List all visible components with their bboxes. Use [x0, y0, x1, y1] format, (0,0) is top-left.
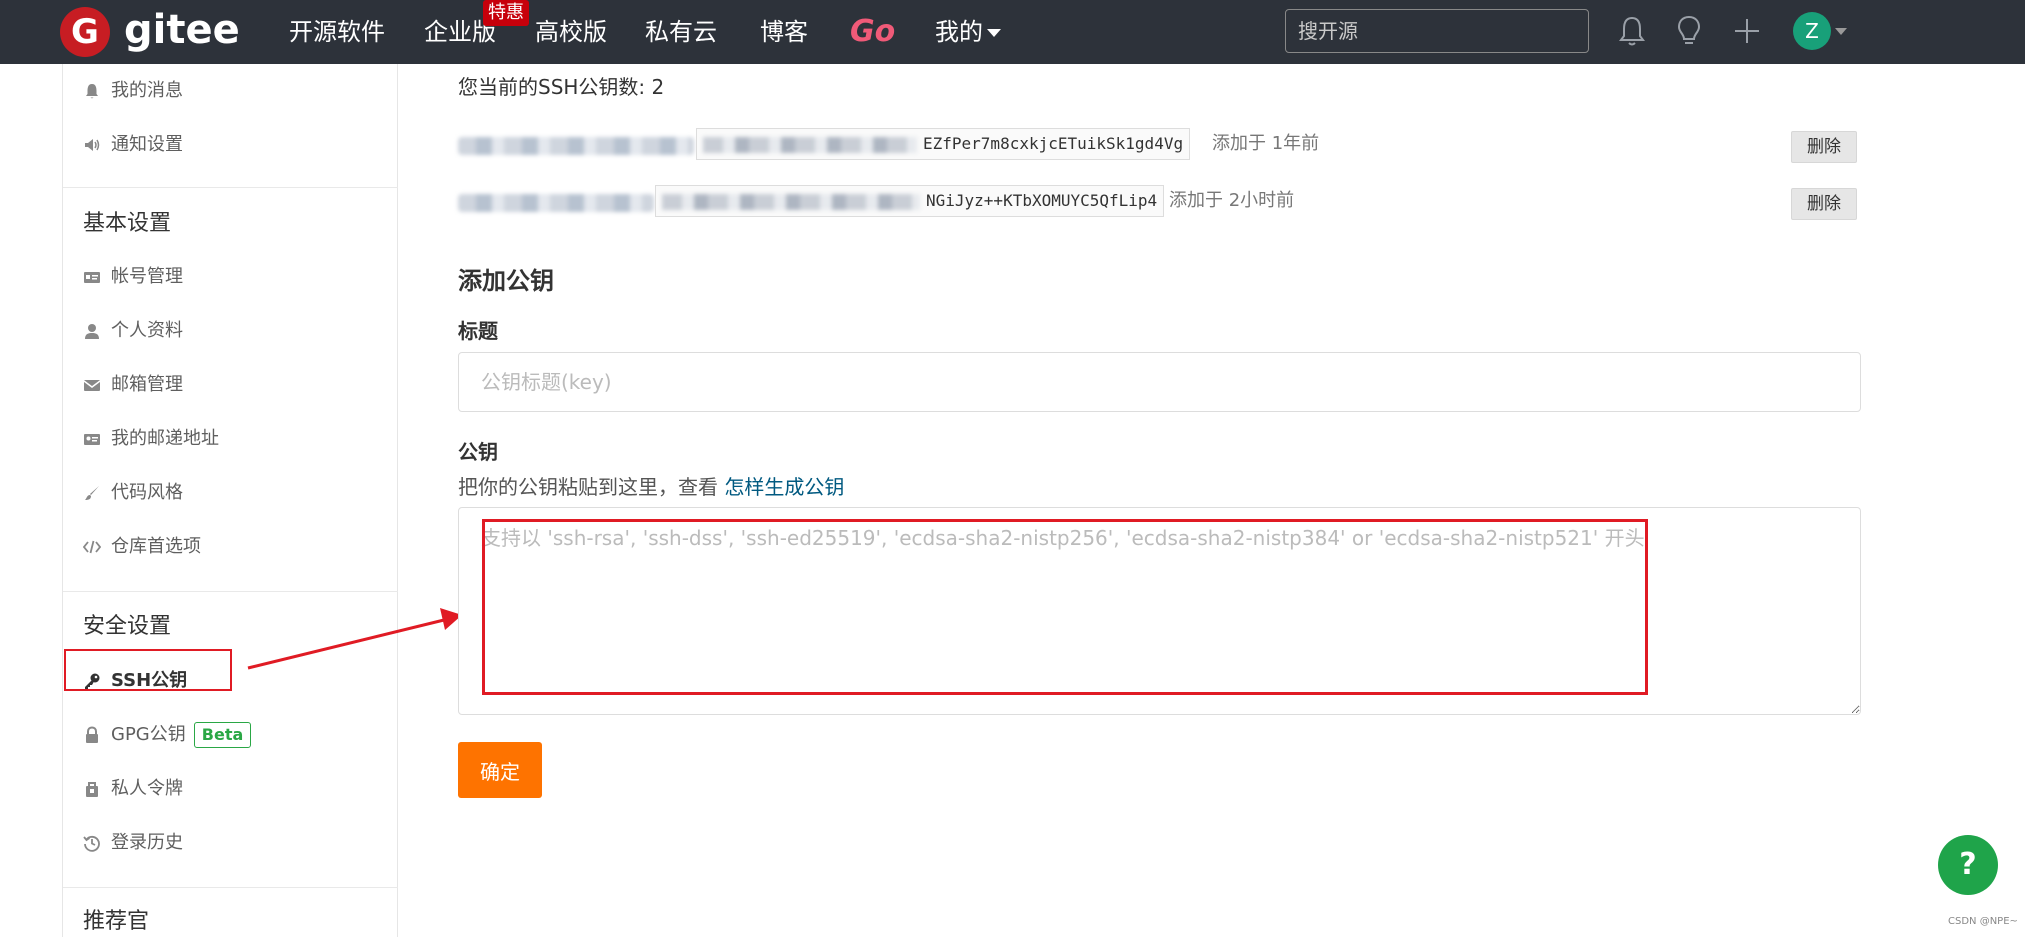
nav-go[interactable]: Go [850, 14, 895, 50]
sidebar-item-label: 我的消息 [111, 80, 183, 101]
key-title-redacted [458, 194, 654, 212]
user-icon [85, 324, 99, 339]
top-navbar: G gitee 开源软件 企业版 特惠 高校版 私有云 博客 Go 我的 Z [0, 0, 2025, 64]
key-added-time: 添加于 2小时前 [1169, 190, 1295, 211]
fingerprint-tail: EZfPer7m8cxkjcETuikSk1gd4Vg [923, 134, 1184, 153]
key-added-time: 添加于 1年前 [1212, 133, 1320, 154]
key-fingerprint: NGiJyz++KTbXOMUYC5QfLip4 [655, 185, 1165, 217]
sidebar-item-account[interactable]: 帐号管理 [83, 262, 183, 292]
brush-icon [85, 486, 99, 500]
sidebar-item-address[interactable]: 我的邮递地址 [83, 424, 219, 454]
token-icon [86, 782, 98, 797]
sidebar-item-label: 个人资料 [111, 320, 183, 341]
key-title-input[interactable] [458, 352, 1861, 412]
speaker-icon [85, 139, 100, 151]
sidebar-item-label: 登录历史 [111, 832, 183, 853]
nav-blog[interactable]: 博客 [760, 14, 808, 50]
sidebar-item-code-style[interactable]: 代码风格 [83, 478, 183, 508]
key-help-prefix: 把你的公钥粘贴到这里，查看 [458, 475, 725, 499]
key-label: 公钥 [458, 440, 498, 464]
nav-open-source[interactable]: 开源软件 [289, 14, 385, 50]
sidebar-item-label: GPG公钥 [111, 724, 186, 745]
sidebar-item-email[interactable]: 邮箱管理 [83, 370, 183, 400]
sidebar-item-label: 代码风格 [111, 482, 183, 503]
plus-icon[interactable] [1731, 14, 1763, 48]
help-button[interactable]: ? [1938, 835, 1998, 895]
section-title-recommend: 推荐官 [83, 909, 150, 934]
address-card-icon [84, 434, 100, 445]
key-row: EZfPer7m8cxkjcETuikSk1gd4Vg 添加于 1年前 删除 [458, 128, 1858, 164]
add-key-heading: 添加公钥 [458, 267, 554, 295]
nav-enterprise-badge: 特惠 [483, 0, 529, 26]
sidebar-item-label: 帐号管理 [111, 266, 183, 287]
sidebar-item-gpg-keys[interactable]: GPG公钥 Beta [83, 720, 252, 750]
watermark: CSDN @NPE~ [1948, 916, 2018, 927]
key-help-text: 把你的公钥粘贴到这里，查看 怎样生成公钥 [458, 472, 844, 502]
chevron-down-icon [987, 29, 1001, 37]
delete-key-button[interactable]: 删除 [1791, 188, 1857, 220]
id-card-icon [84, 272, 100, 283]
avatar[interactable]: Z [1793, 12, 1831, 50]
nav-mine[interactable]: 我的 [935, 14, 1001, 50]
nav-private-cloud[interactable]: 私有云 [645, 14, 717, 50]
ssh-keys-panel: 您当前的SSH公钥数: 2 EZfPer7m8cxkjcETuikSk1gd4V… [458, 64, 1861, 937]
submit-button[interactable]: 确定 [458, 742, 542, 798]
section-title-basic: 基本设置 [83, 211, 172, 236]
nav-education[interactable]: 高校版 [535, 14, 607, 50]
sidebar-item-label: 通知设置 [111, 134, 183, 155]
beta-badge: Beta [193, 722, 252, 748]
sidebar-item-tokens[interactable]: 私人令牌 [83, 774, 183, 804]
bell-icon[interactable] [1616, 14, 1648, 48]
sidebar-item-label: 邮箱管理 [111, 374, 183, 395]
sidebar-item-label: 仓库首选项 [111, 536, 201, 557]
section-title-security: 安全设置 [83, 614, 172, 639]
key-fingerprint: EZfPer7m8cxkjcETuikSk1gd4Vg [696, 128, 1191, 160]
search-input[interactable] [1285, 9, 1589, 53]
logo-text[interactable]: gitee [124, 4, 240, 56]
fingerprint-tail: NGiJyz++KTbXOMUYC5QfLip4 [926, 191, 1158, 210]
annotation-box-ssh [64, 649, 232, 691]
history-icon [83, 835, 100, 852]
key-title-redacted [458, 137, 694, 155]
envelope-icon [83, 380, 101, 391]
sidebar-divider [63, 591, 398, 592]
settings-sidebar: 我的消息 通知设置 基本设置 帐号管理 个人资料 邮箱管理 我的邮递地址 代码风… [62, 64, 398, 937]
avatar-chevron-down-icon[interactable] [1835, 28, 1847, 35]
sidebar-item-profile[interactable]: 个人资料 [83, 316, 183, 346]
fingerprint-redacted [662, 193, 920, 210]
nav-mine-label: 我的 [935, 18, 983, 46]
key-row: NGiJyz++KTbXOMUYC5QfLip4 添加于 2小时前 删除 [458, 185, 1858, 221]
lightbulb-icon[interactable] [1673, 14, 1705, 48]
fingerprint-redacted [703, 136, 917, 153]
sidebar-item-notifications[interactable]: 通知设置 [83, 130, 183, 160]
code-icon [83, 540, 101, 554]
key-count: 您当前的SSH公钥数: 2 [458, 75, 665, 99]
sidebar-divider [63, 187, 398, 188]
bell-icon [86, 84, 98, 99]
sidebar-item-label: 私人令牌 [111, 778, 183, 799]
sidebar-item-label: 我的邮递地址 [111, 428, 219, 449]
sidebar-item-messages[interactable]: 我的消息 [83, 76, 183, 106]
sidebar-divider [63, 887, 398, 888]
annotation-box-textarea [482, 519, 1648, 695]
gitee-logo-icon[interactable]: G [60, 7, 110, 57]
lock-icon [86, 726, 98, 743]
delete-key-button[interactable]: 删除 [1791, 131, 1857, 163]
title-label: 标题 [458, 319, 498, 343]
sidebar-item-repo-prefs[interactable]: 仓库首选项 [83, 532, 201, 562]
how-to-generate-key-link[interactable]: 怎样生成公钥 [724, 475, 844, 499]
sidebar-item-login-history[interactable]: 登录历史 [83, 828, 183, 858]
